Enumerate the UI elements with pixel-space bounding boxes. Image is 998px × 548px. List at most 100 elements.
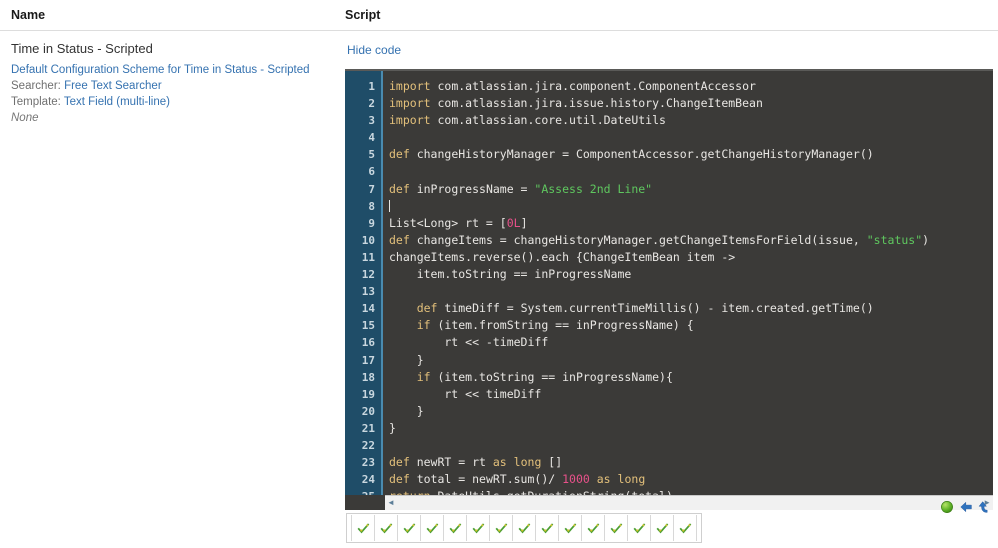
code-line — [389, 198, 993, 215]
code-line: import com.atlassian.jira.issue.history.… — [389, 96, 763, 111]
line-number: 14 — [361, 302, 375, 316]
hide-code-link[interactable]: Hide code — [347, 43, 401, 57]
check-icon — [495, 522, 507, 533]
check-icon — [610, 522, 622, 533]
code-line: rt << timeDiff — [389, 386, 542, 401]
checkmark-cell[interactable] — [398, 515, 421, 541]
code-line: List<Long> rt = [0L] — [389, 215, 528, 230]
line-number: 17 — [361, 353, 375, 367]
line-number: 5 — [368, 148, 375, 162]
row-action-icons — [940, 500, 992, 514]
code-line: } — [389, 352, 424, 367]
line-number: 11 — [361, 250, 375, 264]
line-number: 7 — [368, 182, 375, 196]
script-cell: Hide code 1 2 3 4 5 6 7 8 9 10 11 12 13 14 15 16 17 18 19 2… — [337, 31, 998, 510]
line-number: 21 — [361, 421, 375, 435]
checkmark-cell[interactable] — [444, 515, 467, 541]
check-icon — [633, 522, 645, 533]
checkmark-cell[interactable] — [490, 515, 513, 541]
checkmark-cell[interactable] — [375, 515, 398, 541]
code-line: if (item.fromString == inProgressName) { — [416, 318, 694, 333]
checkmark-cell[interactable] — [605, 515, 628, 541]
line-number: 23 — [361, 456, 375, 470]
code-line: } — [389, 403, 424, 418]
code-line: } — [389, 420, 396, 435]
line-number: 2 — [368, 97, 375, 111]
check-icon — [357, 522, 369, 533]
code-content[interactable]: import com.atlassian.jira.component.Comp… — [383, 71, 993, 495]
name-cell: Time in Status - Scripted Default Config… — [0, 31, 337, 126]
checkmark-cell[interactable] — [674, 515, 697, 541]
field-title: Time in Status - Scripted — [11, 41, 153, 56]
check-icon — [472, 522, 484, 533]
template-value-link[interactable]: Text Field (multi-line) — [64, 96, 170, 108]
line-number: 18 — [361, 370, 375, 384]
column-header-script: Script — [345, 8, 381, 22]
code-line: def inProgressName = "Assess 2nd Line" — [389, 181, 653, 196]
blue-curved-up-arrow-icon[interactable] — [978, 500, 992, 514]
line-number: 19 — [361, 387, 375, 401]
checkmark-cell[interactable] — [651, 515, 674, 541]
line-number: 6 — [368, 165, 375, 179]
scrollbar-track[interactable] — [395, 497, 983, 510]
none-text: None — [11, 112, 39, 124]
check-icon — [449, 522, 461, 533]
checkmark-cell[interactable] — [421, 515, 444, 541]
check-icon — [403, 522, 415, 533]
template-row: Template: Text Field (multi-line) — [11, 94, 327, 110]
table-row: Time in Status - Scripted Default Config… — [0, 31, 998, 510]
code-editor-body: 1234567891011121314151617181920212223242… — [345, 71, 993, 495]
checkmark-cell[interactable] — [582, 515, 605, 541]
code-line: if (item.toString == inProgressName){ — [416, 369, 673, 384]
code-editor[interactable]: 1234567891011121314151617181920212223242… — [345, 69, 993, 510]
code-line: rt << -timeDiff — [389, 335, 549, 350]
check-icon — [587, 522, 599, 533]
code-line: item.toString == inProgressName — [389, 267, 632, 282]
line-number-gutter: 1234567891011121314151617181920212223242… — [345, 71, 383, 495]
checkmark-cell[interactable] — [628, 515, 651, 541]
config-scheme-row: Default Configuration Scheme for Time in… — [11, 62, 327, 78]
checkmark-cell[interactable] — [536, 515, 559, 541]
checkmark-cell[interactable] — [559, 515, 582, 541]
line-number: 22 — [361, 438, 375, 452]
template-label: Template: — [11, 96, 61, 108]
line-number: 12 — [361, 268, 375, 282]
line-number: 13 — [361, 285, 375, 299]
line-number: 15 — [361, 319, 375, 333]
field-configuration-page: Name Script Time in Status - Scripted De… — [0, 0, 998, 548]
code-line: changeItems.reverse().each {ChangeItemBe… — [389, 249, 736, 264]
code-line: return DateUtils.getDurationString(total… — [389, 488, 993, 495]
searcher-value-link[interactable]: Free Text Searcher — [64, 80, 162, 92]
checkmark-cell[interactable] — [351, 515, 375, 541]
code-line: import com.atlassian.jira.component.Comp… — [389, 79, 756, 93]
code-line: def newRT = rt as long [] — [389, 455, 563, 470]
searcher-row: Searcher: Free Text Searcher — [11, 78, 327, 94]
check-icon — [541, 522, 553, 533]
line-number: 3 — [368, 114, 375, 128]
scroll-left-arrow-icon[interactable]: ◄ — [387, 499, 395, 507]
green-circle-icon[interactable] — [940, 500, 954, 514]
checkmark-cell[interactable] — [467, 515, 490, 541]
searcher-label: Searcher: — [11, 80, 61, 92]
code-line: import com.atlassian.core.util.DateUtils — [389, 113, 666, 128]
code-line: def timeDiff = System.currentTimeMillis(… — [416, 301, 874, 316]
horizontal-scrollbar[interactable]: ◄ ► — [385, 495, 993, 510]
line-number: 24 — [361, 473, 375, 487]
check-icon — [518, 522, 530, 533]
line-number: 25 — [345, 488, 375, 495]
line-number: 10 — [361, 233, 375, 247]
check-icon — [679, 522, 691, 533]
code-line: def total = newRT.sum()/ 1000 as long — [389, 472, 646, 487]
check-icon — [656, 522, 668, 533]
line-number: 16 — [361, 336, 375, 350]
line-number: 9 — [368, 216, 375, 230]
checkmark-cell[interactable] — [513, 515, 536, 541]
config-scheme-link[interactable]: Default Configuration Scheme for Time in… — [11, 64, 310, 76]
blue-left-arrow-icon[interactable] — [959, 500, 973, 514]
line-number: 4 — [368, 131, 375, 145]
table-column-headers: Name Script — [0, 0, 998, 31]
